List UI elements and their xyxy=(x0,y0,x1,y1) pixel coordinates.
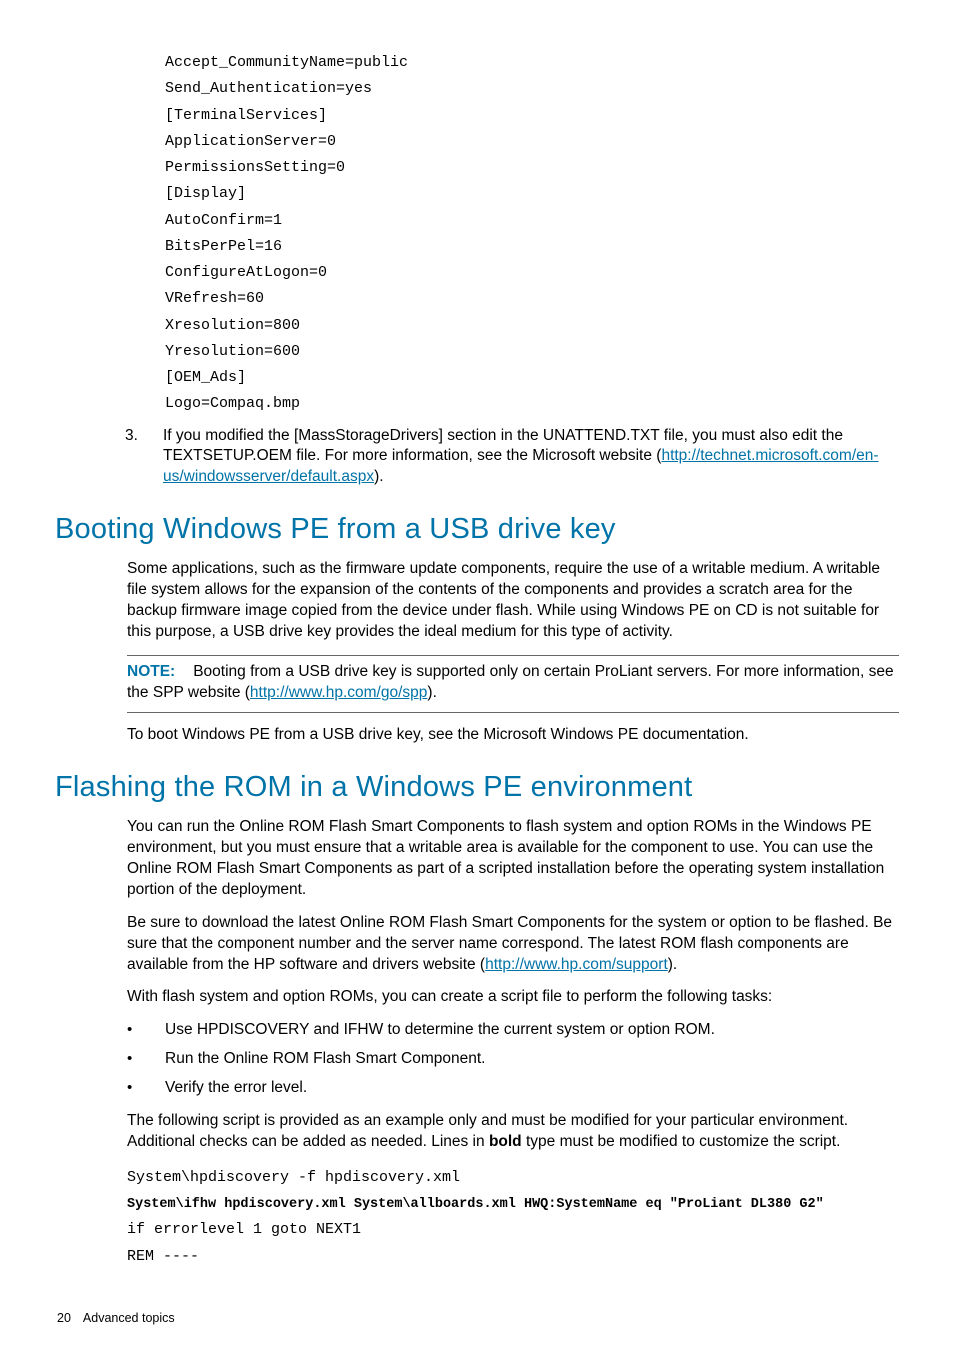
hp-support-link[interactable]: http://www.hp.com/support xyxy=(485,956,668,973)
bullet-text: Use HPDISCOVERY and IFHW to determine th… xyxy=(165,1020,899,1041)
paragraph: To boot Windows PE from a USB drive key,… xyxy=(127,725,899,746)
paragraph: The following script is provided as an e… xyxy=(127,1111,899,1153)
text-span: type must be modified to customize the s… xyxy=(522,1133,841,1150)
bullet-text: Verify the error level. xyxy=(165,1078,899,1099)
heading-usb-boot: Booting Windows PE from a USB drive key xyxy=(55,510,899,549)
code-line: System\hpdiscovery -f hpdiscovery.xml xyxy=(127,1169,460,1186)
bullet-text: Run the Online ROM Flash Smart Component… xyxy=(165,1049,899,1070)
note-label: NOTE: xyxy=(127,663,175,680)
bullet-list: • Use HPDISCOVERY and IFHW to determine … xyxy=(127,1020,899,1099)
code-block-top: Accept_CommunityName=public Send_Authent… xyxy=(165,50,899,418)
paragraph: You can run the Online ROM Flash Smart C… xyxy=(127,817,899,901)
paragraph: Some applications, such as the firmware … xyxy=(127,559,899,643)
paragraph: With flash system and option ROMs, you c… xyxy=(127,987,899,1008)
text-span: ). xyxy=(668,956,677,973)
page-number: 20 xyxy=(57,1311,71,1325)
heading-rom-flash: Flashing the ROM in a Windows PE environ… xyxy=(55,768,899,807)
ordered-list-item-3: 3. If you modified the [MassStorageDrive… xyxy=(125,426,899,489)
list-item: • Verify the error level. xyxy=(127,1078,899,1099)
bold-word: bold xyxy=(489,1133,522,1150)
list-number: 3. xyxy=(125,426,163,489)
footer-title: Advanced topics xyxy=(83,1311,175,1325)
paragraph: Be sure to download the latest Online RO… xyxy=(127,913,899,976)
note-text: Booting from a USB drive key is supporte… xyxy=(127,663,894,701)
bullet-icon: • xyxy=(127,1020,165,1041)
code-line: if errorlevel 1 goto NEXT1 xyxy=(127,1221,361,1238)
page-footer: 20 Advanced topics xyxy=(55,1310,899,1327)
list-item: • Use HPDISCOVERY and IFHW to determine … xyxy=(127,1020,899,1041)
bullet-icon: • xyxy=(127,1078,165,1099)
list-item: • Run the Online ROM Flash Smart Compone… xyxy=(127,1049,899,1070)
text-span: ). xyxy=(374,468,383,485)
code-block-bottom: System\hpdiscovery -f hpdiscovery.xml Sy… xyxy=(127,1165,899,1270)
spp-link[interactable]: http://www.hp.com/go/spp xyxy=(250,684,427,701)
note-box: NOTE:Booting from a USB drive key is sup… xyxy=(127,655,899,713)
list-item-text: If you modified the [MassStorageDrivers]… xyxy=(163,426,899,489)
code-line-bold: System\ifhw hpdiscovery.xml System\allbo… xyxy=(127,1197,824,1212)
note-text: ). xyxy=(427,684,436,701)
document-page: Accept_CommunityName=public Send_Authent… xyxy=(0,0,954,1357)
code-line: REM ---- xyxy=(127,1248,199,1265)
bullet-icon: • xyxy=(127,1049,165,1070)
